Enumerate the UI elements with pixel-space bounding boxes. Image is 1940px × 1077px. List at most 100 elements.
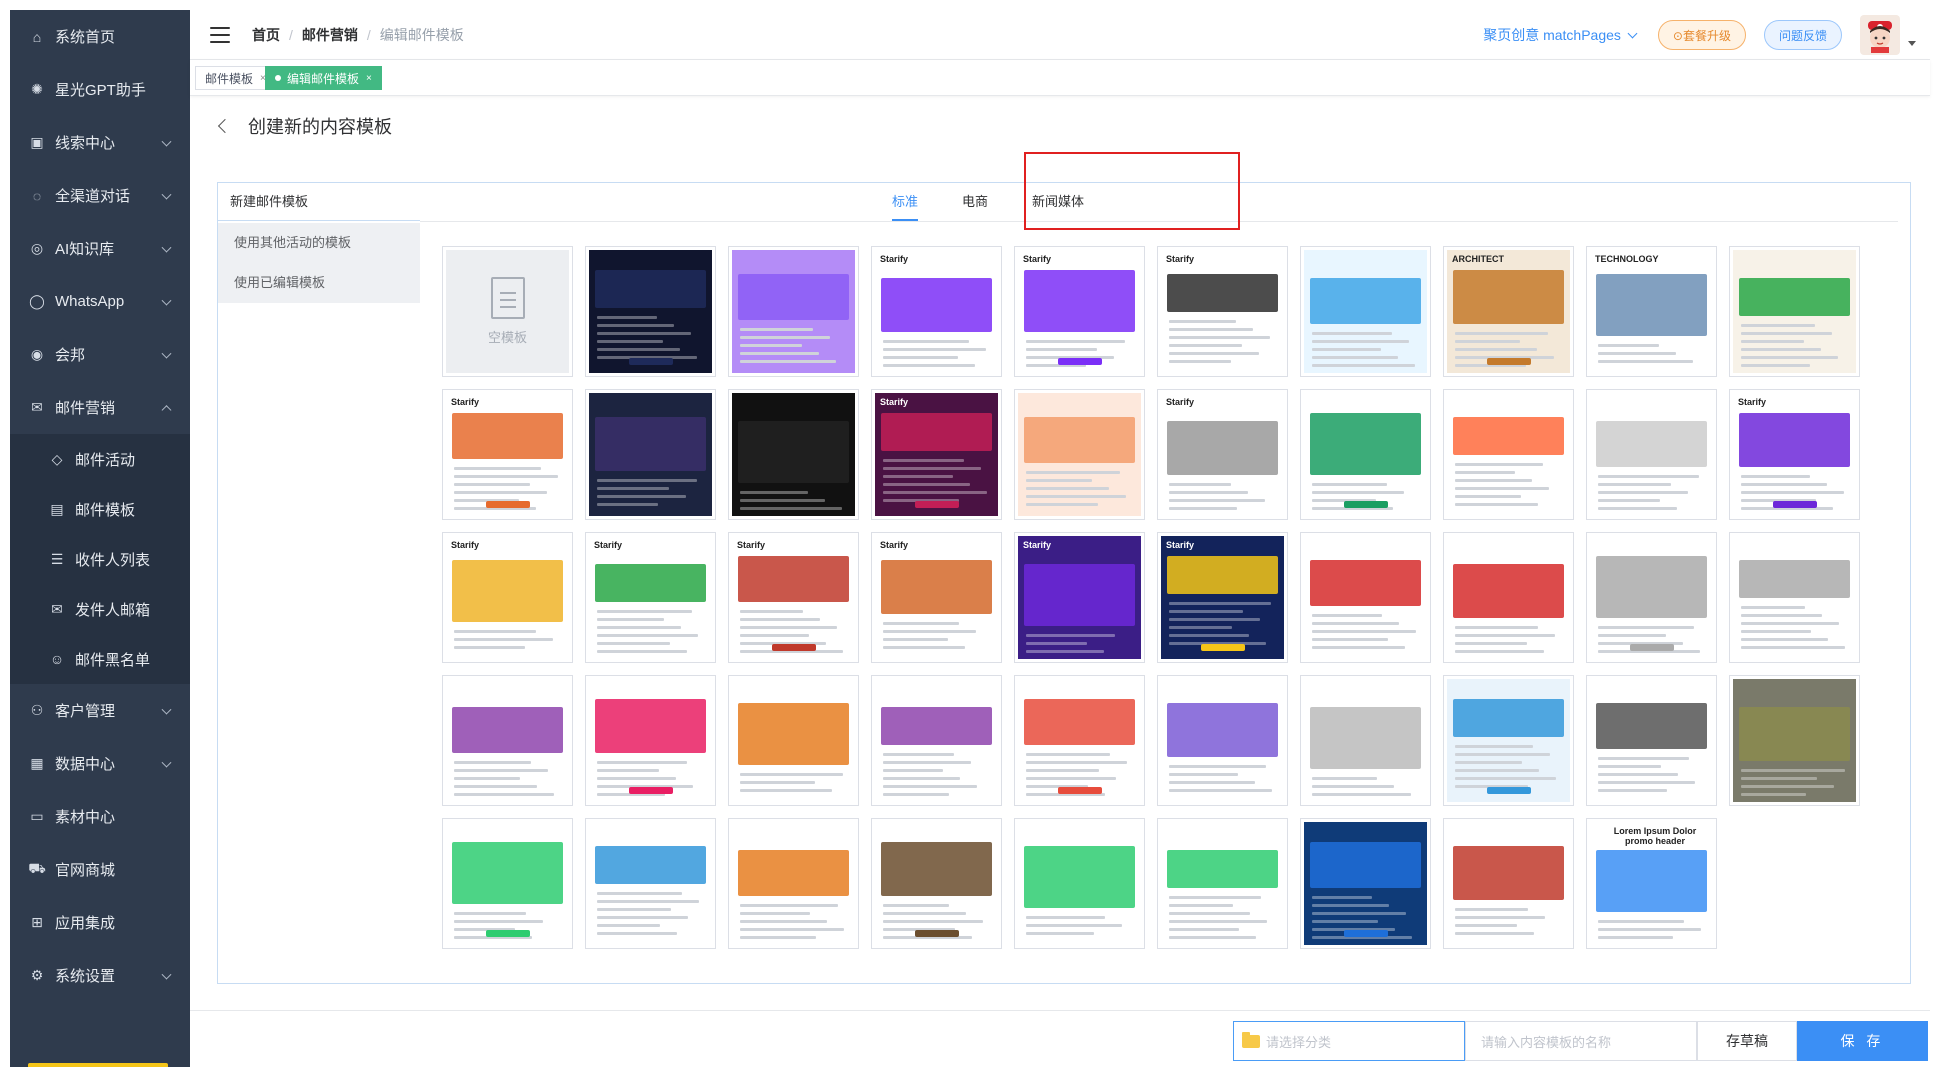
template-thumbnail[interactable] [1014,818,1145,949]
template-thumbnail[interactable]: TECHNOLOGY [1586,246,1717,377]
template-thumbnail[interactable]: Starify [1157,532,1288,663]
sidebar-item-apps[interactable]: ⊞ 应用集成 [10,896,190,949]
sidebar-item-gpt[interactable]: ✺ 星光GPT助手 [10,63,190,116]
view-tabs-bar: 邮件模板 × 编辑邮件模板 × [190,60,1930,96]
template-thumbnail[interactable]: Starify [871,246,1002,377]
template-thumbnail[interactable] [442,675,573,806]
whatsapp-icon: ◯ [29,293,45,309]
template-title: Starify [1166,254,1195,264]
template-thumbnail[interactable]: Starify [442,532,573,663]
template-thumbnail[interactable] [585,246,716,377]
sidebar-item-folder[interactable]: ▭ 素材中心 [10,790,190,843]
template-thumbnail[interactable]: Lorem Ipsum Dolor promo header [1586,818,1717,949]
template-thumbnail[interactable] [1586,675,1717,806]
close-icon[interactable]: × [366,73,372,84]
sidebar-item-label: 官网商城 [55,862,116,879]
page-title: 创建新的内容模板 [248,117,392,137]
use-edited-template[interactable]: 使用已编辑模板 [218,263,420,303]
new-template-heading[interactable]: 新建邮件模板 [218,183,420,221]
template-thumbnail[interactable] [1300,389,1431,520]
feedback-button[interactable]: 问题反馈 [1763,20,1842,50]
sidebar-item-user-block[interactable]: ☺ 邮件黑名单 [10,634,190,684]
template-thumbnail[interactable] [1443,675,1574,806]
sidebar-item-mailbox[interactable]: ✉ 发件人邮箱 [10,584,190,634]
template-thumbnail[interactable] [728,818,859,949]
template-thumbnail[interactable] [1443,532,1574,663]
back-icon[interactable] [217,118,233,134]
template-thumbnail[interactable] [1443,818,1574,949]
tab-ecommerce[interactable]: 电商 [940,183,1010,221]
template-thumbnail[interactable] [585,389,716,520]
sidebar-item-mail[interactable]: ✉ 邮件营销 [10,381,190,434]
view-tab-templates[interactable]: 邮件模板 × [195,66,276,90]
template-thumbnail[interactable]: Starify [871,389,1002,520]
template-thumbnail[interactable] [1157,818,1288,949]
template-thumbnail[interactable] [1300,675,1431,806]
avatar[interactable] [1860,15,1900,55]
avatar-dropdown-icon[interactable] [1908,40,1916,46]
tab-standard[interactable]: 标准 [870,183,940,221]
sidebar-item-list[interactable]: ☰ 收件人列表 [10,534,190,584]
template-thumbnail[interactable] [871,818,1002,949]
chevron-down-icon [161,136,172,147]
template-title: TECHNOLOGY [1595,254,1659,264]
sidebar-item-home[interactable]: ⌂ 系统首页 [10,10,190,63]
save-button[interactable]: 保 存 [1797,1021,1928,1061]
template-title: ARCHITECT [1452,254,1504,264]
template-thumbnail[interactable] [1443,389,1574,520]
sidebar-item-settings[interactable]: ⚙ 系统设置 [10,949,190,1002]
sidebar-item-cart[interactable]: ⛟ 官网商城 [10,843,190,896]
template-thumbnail[interactable] [585,818,716,949]
sidebar-item-knowledge[interactable]: ◎ AI知识库 [10,222,190,275]
use-other-campaign-template[interactable]: 使用其他活动的模板 [218,223,420,263]
template-thumbnail[interactable] [1300,532,1431,663]
sidebar-item-clue[interactable]: ▣ 线索中心 [10,116,190,169]
sidebar-item-location[interactable]: ◉ 会邦 [10,328,190,381]
template-thumbnail[interactable] [728,389,859,520]
template-thumbnail[interactable] [1729,532,1860,663]
category-select[interactable]: 请选择分类 [1233,1021,1465,1061]
view-tab-edit-template[interactable]: 编辑邮件模板 × [265,66,382,90]
template-thumbnail[interactable]: Starify [1729,389,1860,520]
template-thumbnail[interactable] [1014,675,1145,806]
sidebar-item-tag[interactable]: ◇ 邮件活动 [10,434,190,484]
upgrade-button[interactable]: ⊙套餐升级 [1657,20,1746,50]
template-name-input[interactable]: 请输入内容模板的名称 [1465,1021,1697,1061]
template-thumbnail[interactable] [1729,246,1860,377]
sidebar-item-whatsapp[interactable]: ◯ WhatsApp [10,275,190,328]
template-thumbnail[interactable] [1586,532,1717,663]
sidebar-item-chat[interactable]: ◌ 全渠道对话 [10,169,190,222]
template-thumbnail[interactable] [1300,246,1431,377]
template-thumbnail[interactable]: Starify [871,532,1002,663]
template-thumbnail[interactable] [1157,675,1288,806]
template-thumbnail[interactable]: Starify [585,532,716,663]
empty-template-card[interactable]: 空模板 [442,246,573,377]
template-title: Starify [594,540,623,550]
template-thumbnail[interactable]: Starify [1157,389,1288,520]
template-thumbnail[interactable]: Starify [442,389,573,520]
sidebar-item-template[interactable]: ▤ 邮件模板 [10,484,190,534]
breadcrumb-mail-marketing[interactable]: 邮件营销 [302,25,358,45]
template-thumbnail[interactable] [1300,818,1431,949]
sidebar-item-label: 会邦 [55,347,86,364]
template-thumbnail[interactable] [1014,389,1145,520]
breadcrumb-home[interactable]: 首页 [252,25,280,45]
template-thumbnail[interactable]: Starify [728,532,859,663]
template-thumbnail[interactable] [1729,675,1860,806]
template-thumbnail[interactable]: Starify [1157,246,1288,377]
template-thumbnail[interactable]: ARCHITECT [1443,246,1574,377]
template-thumbnail[interactable] [728,246,859,377]
menu-toggle-icon[interactable] [210,26,230,43]
template-thumbnail[interactable]: Starify [1014,532,1145,663]
sidebar-item-database[interactable]: ▦ 数据中心 [10,737,190,790]
template-thumbnail[interactable] [728,675,859,806]
template-thumbnail[interactable] [442,818,573,949]
workspace-switcher[interactable]: 聚页创意 matchPages [1483,25,1638,45]
template-thumbnail[interactable]: Starify [1014,246,1145,377]
chevron-down-icon [161,969,172,980]
sidebar-item-customers[interactable]: ⚇ 客户管理 [10,684,190,737]
template-thumbnail[interactable] [871,675,1002,806]
template-thumbnail[interactable] [1586,389,1717,520]
save-draft-button[interactable]: 存草稿 [1697,1021,1797,1061]
template-thumbnail[interactable] [585,675,716,806]
